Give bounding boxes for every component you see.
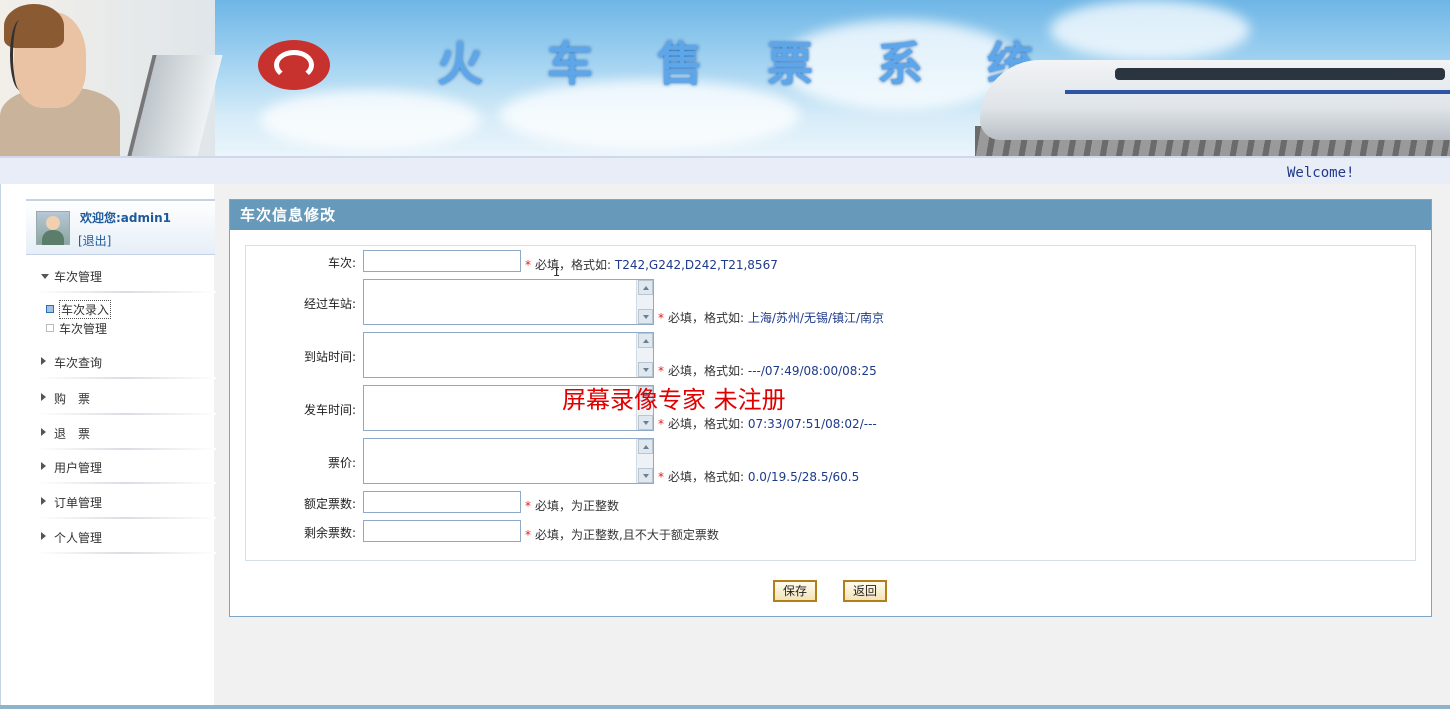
stations-textarea[interactable] [363,279,654,325]
sidebar-item-label: 车次管理 [54,270,103,284]
chevron-right-icon [41,393,46,401]
rated-tickets-hint: * 必填，为正整数 [525,499,620,513]
arrival-time-hint: * 必填，格式如: ---/07:49/08:00/08:25 [658,364,877,378]
bullet-train-image [975,40,1450,156]
save-button[interactable]: 保存 [773,580,818,602]
train-number-hint: * 必填，格式如: T242,G242,D242,T21,8567 [525,258,778,272]
app-window: 火 车 售 票 系 统 Welcome! 欢迎您:admin1 [退出] 车次管… [0,0,1450,709]
sidebar-subitem-label: 车次录入 [59,300,112,319]
user-greeting: 欢迎您:admin1 [80,211,171,225]
chevron-right-icon [41,462,46,470]
required-star: * [525,258,531,272]
logout-link[interactable]: [退出] [78,232,111,249]
welcome-bar: Welcome! [0,156,1450,184]
sidebar-item-label: 用户管理 [54,461,103,475]
sidebar-item-refund-ticket[interactable]: 退 票 [31,423,216,450]
format-example: 0.0/19.5/28.5/60.5 [747,470,860,484]
text-cursor-icon: I [553,265,561,279]
rated-tickets-input[interactable] [363,491,521,513]
welcome-text: Welcome! [1287,165,1355,181]
customer-service-image [0,0,223,156]
remaining-tickets-label: 剩余票数: [303,526,356,540]
cloud-decoration [500,80,800,150]
fare-textarea[interactable] [363,438,654,484]
chevron-right-icon [41,428,46,436]
textarea-scrollbar[interactable] [636,333,653,377]
sidebar-item-label: 购 票 [54,392,91,406]
train-number-label: 车次: [327,256,356,270]
chevron-right-icon [41,357,46,365]
header-banner: 火 车 售 票 系 统 [0,0,1450,156]
arrival-time-label: 到站时间: [303,350,356,364]
avatar [36,211,70,245]
stations-hint: * 必填，格式如: 上海/苏州/无锡/镇江/南京 [658,311,885,325]
sidebar-item-label: 车次查询 [54,356,103,370]
system-title-char: 车 [547,37,593,91]
arrival-time-textarea[interactable] [363,332,654,378]
railway-logo-icon [258,40,330,90]
sidebar-subitem-label: 车次管理 [59,322,108,336]
departure-time-hint: * 必填，格式如: 07:33/07:51/08:02/--- [658,417,877,431]
sidebar-item-label: 订单管理 [54,496,103,510]
fare-label: 票价: [327,456,356,470]
sidebar-item-buy-ticket[interactable]: 购 票 [31,388,216,415]
recorder-watermark: 屏幕录像专家 未注册 [562,386,786,414]
departure-time-label: 发车时间: [303,403,356,417]
chevron-right-icon [41,497,46,505]
panel-title: 车次信息修改 [230,200,1431,230]
sidebar-item-user-management[interactable]: 用户管理 [31,457,216,484]
format-example: T242,G242,D242,T21,8567 [614,258,778,272]
chevron-down-icon [41,274,49,279]
train-number-input[interactable] [363,250,521,272]
cloud-decoration [260,90,480,150]
train-edit-form: 车次: * 必填，格式如: T242,G242,D242,T21,8567 经过车… [245,245,1416,561]
square-bullet-icon [46,305,54,313]
format-example: 上海/苏州/无锡/镇江/南京 [747,311,885,325]
square-bullet-icon [46,324,54,332]
chevron-right-icon [41,532,46,540]
stations-label: 经过车站: [303,297,356,311]
sidebar-item-label: 退 票 [54,427,91,441]
sidebar-item-order-management[interactable]: 订单管理 [31,492,216,519]
system-title-char: 火 [437,37,483,91]
system-title-char: 票 [767,37,813,91]
train-edit-panel: 车次信息修改 车次: * 必填，格式如: T242,G242,D242,T21,8… [229,199,1432,617]
rated-tickets-label: 额定票数: [303,497,356,511]
sidebar-item-personal-management[interactable]: 个人管理 [31,527,216,554]
textarea-scrollbar[interactable] [636,439,653,483]
sidebar: 欢迎您:admin1 [退出] 车次管理 车次录入 车次管理 车次查询 购 票 [0,184,216,705]
sidebar-item-label: 个人管理 [54,531,103,545]
remaining-tickets-input[interactable] [363,520,521,542]
bottom-border [0,705,1450,709]
sidebar-item-train-query[interactable]: 车次查询 [31,352,216,379]
back-button[interactable]: 返回 [843,580,888,602]
user-info-box: 欢迎您:admin1 [退出] [26,199,215,255]
fare-hint: * 必填，格式如: 0.0/19.5/28.5/60.5 [658,470,860,484]
sidebar-item-train-management[interactable]: 车次管理 [31,266,216,293]
format-example: ---/07:49/08:00/08:25 [747,364,877,378]
system-title-char: 售 [657,37,703,91]
textarea-scrollbar[interactable] [636,280,653,324]
remaining-tickets-hint: * 必填，为正整数,且不大于额定票数 [525,528,719,542]
system-title-char: 系 [877,37,923,91]
format-example: 07:33/07:51/08:02/--- [747,417,877,431]
